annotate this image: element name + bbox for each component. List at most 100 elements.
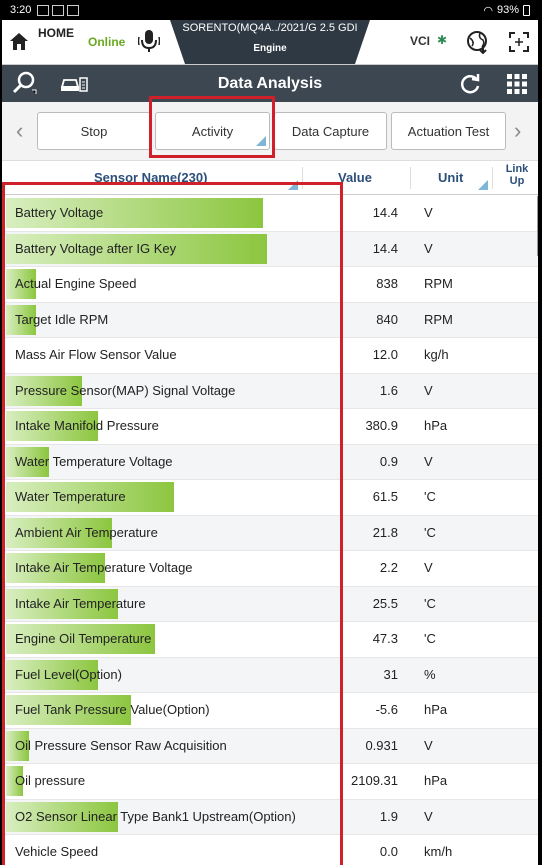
notification-icon [37, 4, 50, 16]
app-notification-icon [52, 4, 65, 16]
sensor-name: O2 Sensor Linear Type Bank1 Upstream(Opt… [15, 808, 296, 824]
sensor-name: Intake Manifold Pressure [15, 418, 159, 433]
sensor-name: Fuel Tank Pressure Value(Option) [15, 702, 210, 717]
sensor-unit: V [424, 808, 433, 824]
table-header: Sensor Name(230) Value Unit Link Up [2, 161, 538, 195]
sensor-value: 2109.31 [351, 773, 398, 788]
screen-capture-icon[interactable] [508, 31, 530, 53]
sensor-value: 1.9 [379, 808, 398, 824]
sort-corner-icon [288, 180, 298, 190]
value-header: Value [338, 170, 372, 185]
sensor-name: Water Temperature [15, 489, 126, 504]
sensor-value: 25.5 [372, 595, 398, 611]
scrollbar[interactable] [537, 196, 538, 256]
sensor-name: Battery Voltage [15, 205, 104, 220]
sensor-unit: RPM [424, 276, 453, 291]
sensor-unit: % [424, 666, 436, 682]
sensor-row[interactable]: O2 Sensor Linear Type Bank1 Upstream(Opt… [2, 799, 538, 835]
activity-highlight-box [149, 96, 275, 158]
refresh-icon[interactable] [458, 72, 482, 96]
actuation-test-button[interactable]: Actuation Test [391, 112, 506, 150]
sensor-name: Water Temperature Voltage [15, 453, 173, 469]
unit-corner-icon [478, 180, 488, 190]
sensor-name: Engine Oil Temperature [15, 631, 152, 646]
sensor-unit: V [424, 382, 433, 398]
sensor-value: 21.8 [372, 524, 398, 540]
link-up-header[interactable]: Link Up [502, 163, 532, 187]
top-header: HOME Online SORENTO(MQ4A../2021/G 2.5 GD… [2, 20, 538, 65]
sensor-unit: 'C [424, 595, 436, 611]
sensor-name: Target Idle RPM [15, 311, 109, 327]
sensor-name: Fuel Level(Option) [15, 666, 122, 682]
sensor-unit: kg/h [424, 347, 449, 362]
sensor-row[interactable]: Mass Air Flow Sensor Value 12.0 kg/h [2, 338, 538, 374]
column-divider [492, 167, 493, 189]
sensor-row[interactable]: Engine Oil Temperature 47.3 'C [2, 622, 538, 658]
sensor-row[interactable]: Oil Pressure Sensor Raw Acquisition 0.931… [2, 728, 538, 764]
sensor-unit: 'C [424, 631, 436, 646]
sensor-name: Pressure Sensor(MAP) Signal Voltage [15, 382, 236, 398]
sensor-row[interactable]: Target Idle RPM 840 RPM [2, 302, 538, 338]
sensor-row[interactable]: Ambient Air Temperature 21.8 'C [2, 515, 538, 551]
microphone-icon[interactable] [138, 28, 160, 54]
sensor-name: Actual Engine Speed [15, 276, 137, 291]
chevron-left-icon[interactable]: ‹ [16, 118, 23, 144]
battery-text: 93% [496, 4, 519, 16]
data-capture-button[interactable]: Data Capture [274, 112, 387, 150]
sensor-row[interactable]: Intake Air Temperature 25.5 'C [2, 586, 538, 622]
sensor-value: -5.6 [375, 702, 398, 717]
sensor-value: 2.2 [379, 560, 398, 575]
sensor-unit: km/h [424, 844, 453, 859]
sensor-row[interactable]: Intake Manifold Pressure 380.9 hPa [2, 409, 538, 445]
status-right: ◠ 93% [483, 4, 530, 17]
sensor-unit: V [424, 240, 433, 256]
sensor-value: 14.4 [372, 205, 398, 220]
sensor-name-header[interactable]: Sensor Name(230) [94, 170, 207, 185]
sensor-value: 840 [376, 311, 398, 327]
sensor-row[interactable]: Fuel Level(Option) 31% [2, 657, 538, 693]
sensor-row[interactable]: Water Temperature 61.5 'C [2, 480, 538, 516]
sensor-row[interactable]: Actual Engine Speed 838 RPM [2, 267, 538, 303]
sensor-name: Mass Air Flow Sensor Value [15, 347, 177, 362]
sensor-value: 61.5 [372, 489, 398, 504]
vehicle-name: SORENTO(MQ4A../2021/G 2.5 GDI [182, 22, 358, 34]
status-bar: 3:20 ◠ 93% [2, 0, 538, 20]
sensor-value: 31 [383, 666, 398, 682]
battery-icon [523, 4, 530, 16]
sensor-unit: hPa [424, 702, 448, 717]
sensor-row[interactable]: Oil pressure 2109.31 hPa [2, 764, 538, 800]
home-icon[interactable] [8, 30, 30, 52]
sensor-row[interactable]: Battery Voltage 14.4 V [2, 196, 538, 232]
sensor-unit: V [424, 737, 433, 753]
sensor-unit: V [424, 453, 433, 469]
app-screen: 3:20 ◠ 93% HOME Online SORENTO(MQ4A../20 [2, 0, 538, 865]
grid-menu-icon[interactable] [506, 73, 528, 95]
sensor-row[interactable]: Pressure Sensor(MAP) Signal Voltage 1.6 V [2, 373, 538, 409]
stop-label: Stop [80, 123, 108, 139]
vci-label: VCI [410, 34, 431, 48]
sensor-name: Oil Pressure Sensor Raw Acquisition [15, 737, 227, 753]
data-capture-label: Data Capture [291, 123, 370, 139]
sensor-value: 0.0 [379, 844, 398, 859]
sensor-list: Battery Voltage 14.4 V Battery Voltage afte… [2, 196, 538, 865]
sensor-row[interactable]: Water Temperature Voltage 0.9 V [2, 444, 538, 480]
sensor-row[interactable]: Intake Air Temperature Voltage 2.2 V [2, 551, 538, 587]
sensor-row[interactable]: Fuel Tank Pressure Value(Option) -5.6 hPa [2, 693, 538, 729]
column-divider [410, 167, 411, 189]
vehicle-info-tab[interactable]: SORENTO(MQ4A../2021/G 2.5 GDI Engine [170, 20, 370, 64]
message-icon [67, 4, 80, 16]
home-label[interactable]: HOME [38, 26, 74, 40]
unit-header: Unit [438, 170, 464, 185]
sensor-unit: hPa [424, 418, 448, 433]
sensor-name: Intake Air Temperature [15, 595, 146, 611]
globe-update-icon[interactable] [466, 30, 490, 54]
sensor-value: 47.3 [372, 631, 398, 646]
chevron-right-icon[interactable]: › [514, 118, 521, 144]
sensor-value: 0.931 [365, 737, 398, 753]
device-frame: 3:20 ◠ 93% HOME Online SORENTO(MQ4A../20 [0, 0, 542, 865]
sensor-row[interactable]: Battery Voltage after IG Key 14.4 V [2, 231, 538, 267]
sensor-name: Ambient Air Temperature [15, 524, 158, 540]
sensor-row[interactable]: Vehicle Speed 0.0 km/h [2, 835, 538, 865]
stop-button[interactable]: Stop [37, 112, 151, 150]
column-divider [302, 167, 303, 189]
